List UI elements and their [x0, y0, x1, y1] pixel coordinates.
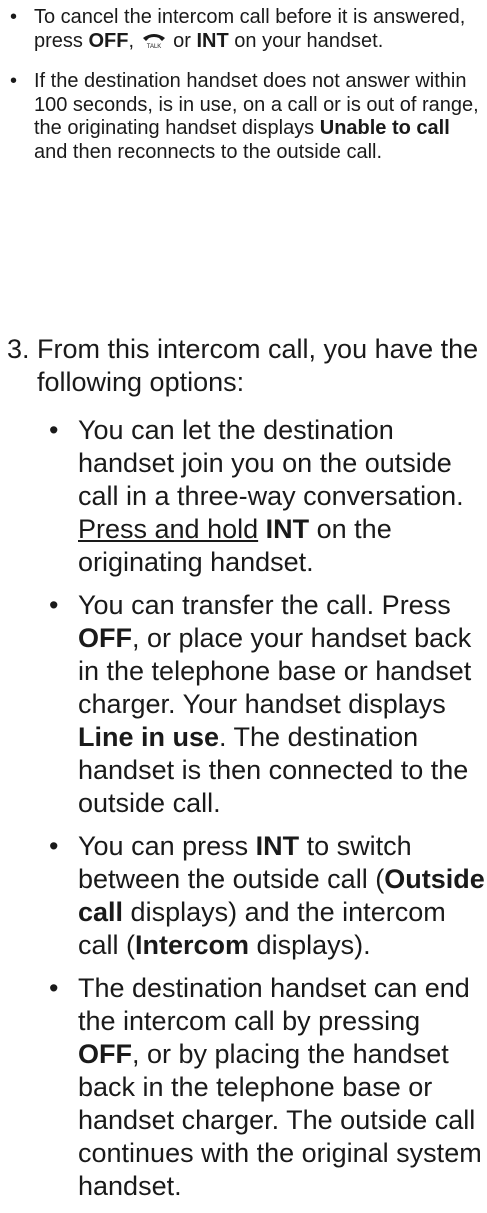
off-key: OFF [78, 623, 132, 653]
bullet: • [49, 590, 59, 620]
int-key: INT [265, 514, 310, 544]
note-text: To cancel the intercom call before it is… [34, 6, 466, 52]
press-and-hold-emphasis: Press and hold [78, 514, 259, 544]
notes-list: • To cancel the intercom call before it … [10, 6, 480, 181]
note-text: If the destination handset does not answ… [34, 70, 479, 163]
options-list: • You can let the destination handset jo… [49, 414, 485, 1213]
off-key: OFF [78, 1039, 132, 1069]
option-switch: • You can press INT to switch between th… [49, 830, 485, 962]
display-message: Intercom [135, 930, 250, 960]
off-key: OFF [88, 29, 129, 52]
bullet: • [49, 973, 59, 1003]
talk-phone-icon: TALK [142, 33, 165, 49]
option-three-way: • You can let the destination handset jo… [49, 414, 485, 579]
option-end-intercom: • The destination handset can end the in… [49, 972, 485, 1203]
int-key: INT [255, 831, 300, 861]
step-text: From this intercom call, you have the fo… [37, 334, 479, 397]
option-text: The destination handset can end the inte… [78, 973, 482, 1201]
option-text: You can press INT to switch between the … [78, 831, 485, 960]
bullet: • [10, 6, 18, 28]
display-message: Line in use [78, 722, 220, 752]
bullet: • [10, 70, 18, 92]
int-key: INT [196, 29, 229, 52]
option-text: You can transfer the call. Press OFF, or… [78, 590, 472, 818]
note-cancel-intercom: • To cancel the intercom call before it … [10, 6, 480, 53]
note-unable-to-call: • If the destination handset does not an… [10, 70, 480, 164]
step-3: 3. From this intercom call, you have the… [7, 333, 485, 399]
display-message: Unable to call [319, 117, 450, 139]
bullet: • [49, 415, 59, 445]
step-number: 3. [7, 334, 30, 364]
bullet: • [49, 831, 59, 861]
option-transfer: • You can transfer the call. Press OFF, … [49, 589, 485, 820]
svg-text:TALK: TALK [146, 44, 161, 49]
option-text: You can let the destination handset join… [78, 415, 464, 577]
